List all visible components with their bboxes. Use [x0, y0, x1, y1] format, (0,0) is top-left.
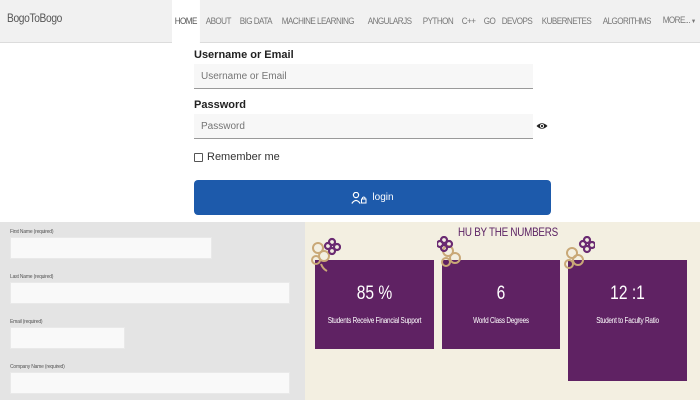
- stat-label: World Class Degrees: [473, 316, 529, 325]
- nav-item-go[interactable]: GO: [481, 0, 498, 43]
- page: BogoToBogo HOME ABOUT BIG DATA MACHINE L…: [0, 0, 700, 400]
- stat-label: Students Receive Financial Support: [327, 316, 422, 325]
- password-input[interactable]: [194, 114, 533, 139]
- eye-icon[interactable]: [536, 122, 548, 130]
- last-name-label: Last Name (required): [10, 274, 54, 280]
- user-lock-icon: [351, 191, 367, 204]
- login-button[interactable]: login: [194, 180, 551, 215]
- nav-item-machine-learning[interactable]: MACHINE LEARNING: [279, 0, 357, 43]
- nav-item-more[interactable]: MORE...▼: [660, 0, 698, 44]
- numbers-section: HU BY THE NUMBERS 85 % Students Receive …: [305, 222, 700, 400]
- email-label: Email (required): [10, 319, 43, 325]
- last-name-field[interactable]: [10, 282, 290, 304]
- company-name-field[interactable]: [10, 372, 290, 394]
- nav-item-more-label: MORE...: [662, 15, 691, 25]
- username-label: Username or Email: [194, 49, 294, 61]
- nav-item-devops[interactable]: DEVOPS: [499, 0, 535, 43]
- numbers-title: HU BY THE NUMBERS: [458, 225, 558, 239]
- remember-me-checkbox[interactable]: [194, 152, 203, 162]
- nav-item-cpp[interactable]: C++: [459, 0, 478, 43]
- top-navbar: BogoToBogo HOME ABOUT BIG DATA MACHINE L…: [0, 0, 700, 43]
- flower-icon: [311, 237, 341, 272]
- username-input[interactable]: [194, 64, 533, 89]
- stat-card-degrees: 6 World Class Degrees: [442, 260, 560, 349]
- flower-icon: [564, 236, 595, 269]
- nav-item-big-data[interactable]: BIG DATA: [237, 0, 275, 43]
- nav-item-algorithms[interactable]: ALGORITHMS: [600, 0, 654, 43]
- remember-me[interactable]: Remember me: [194, 151, 280, 163]
- site-brand[interactable]: BogoToBogo: [7, 11, 62, 25]
- nav-item-kubernetes[interactable]: KUBERNETES: [539, 0, 594, 43]
- remember-me-label: Remember me: [207, 151, 280, 163]
- stat-card-ratio: 12 :1 Student to Faculty Ratio: [568, 260, 687, 381]
- password-label: Password: [194, 99, 246, 111]
- stat-value: 85 %: [356, 283, 393, 304]
- nav-item-python[interactable]: PYTHON: [420, 0, 456, 43]
- stat-value: 6: [496, 283, 506, 304]
- stat-value: 12 :1: [610, 283, 645, 304]
- email-field[interactable]: [10, 327, 125, 349]
- first-name-field[interactable]: [10, 237, 212, 259]
- signup-form-panel: First Name (required) Last Name (require…: [0, 222, 305, 400]
- caret-down-icon: ▼: [690, 19, 696, 25]
- stat-card-financial-support: 85 % Students Receive Financial Support: [315, 260, 434, 349]
- nav-item-about[interactable]: ABOUT: [203, 0, 234, 43]
- flower-icon: [437, 236, 461, 267]
- stat-label: Student to Faculty Ratio: [596, 316, 659, 325]
- company-name-label: Company Name (required): [10, 364, 65, 370]
- main-nav: HOME ABOUT BIG DATA MACHINE LEARNING ANG…: [172, 0, 700, 43]
- first-name-label: First Name (required): [10, 229, 54, 235]
- login-button-label: login: [372, 192, 394, 203]
- nav-item-angularjs[interactable]: ANGULARJS: [365, 0, 414, 43]
- nav-item-home[interactable]: HOME: [172, 0, 200, 43]
